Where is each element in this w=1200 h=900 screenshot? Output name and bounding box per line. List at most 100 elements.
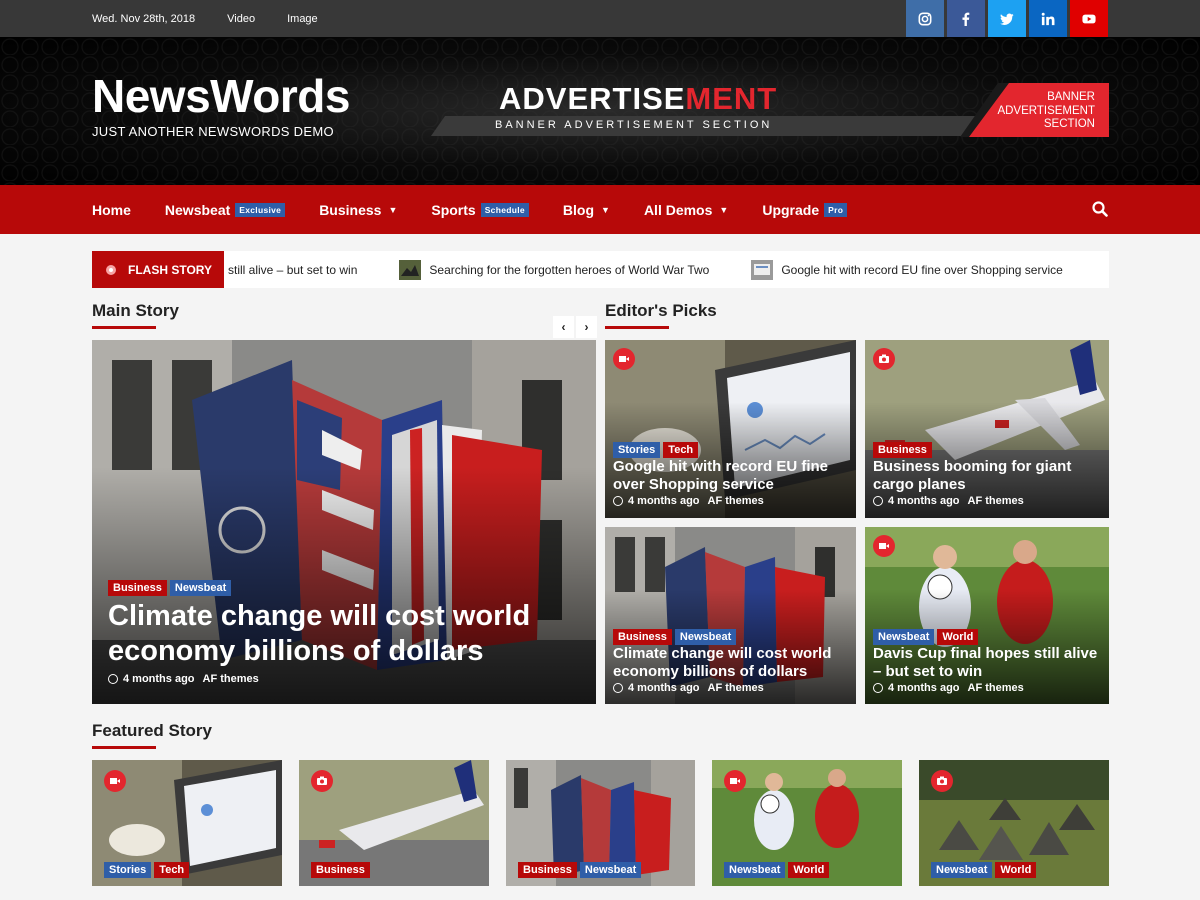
- tag-tech[interactable]: Tech: [663, 442, 699, 458]
- tag-business[interactable]: Business: [873, 442, 932, 458]
- camera-icon: [873, 348, 895, 370]
- main-story-card[interactable]: Business Newsbeat Climate change will co…: [92, 340, 596, 704]
- search-icon[interactable]: [1092, 201, 1108, 217]
- pick-title[interactable]: Davis Cup final hopes still alive – but …: [873, 645, 1103, 681]
- chevron-right-icon[interactable]: ›: [576, 316, 597, 338]
- featured-card[interactable]: Business Newsbeat: [506, 760, 695, 886]
- instagram-icon[interactable]: [906, 0, 944, 37]
- tag-world[interactable]: World: [995, 862, 1037, 878]
- ad-subtitle: BANNER ADVERTISEMENT SECTION: [495, 119, 773, 131]
- tag-business[interactable]: Business: [613, 629, 672, 645]
- tag-stories[interactable]: Stories: [104, 862, 152, 878]
- pick-tags: Newsbeat World: [873, 629, 981, 645]
- nav-item-home[interactable]: Home: [92, 202, 131, 218]
- main-navigation: Home Newsbeat Exclusive Business ▼ Sports S…: [0, 185, 1200, 234]
- clock-icon: [613, 683, 623, 693]
- featured-card[interactable]: Stories Tech: [92, 760, 282, 886]
- tag-newsbeat[interactable]: Newsbeat: [931, 862, 993, 878]
- youtube-icon[interactable]: [1070, 0, 1108, 37]
- live-dot-icon: [106, 264, 116, 275]
- main-story-meta: 4 months ago AF themes: [108, 673, 259, 685]
- section-title-editors-picks: Editor's Picks: [605, 301, 717, 320]
- featured-card[interactable]: Newsbeat World: [712, 760, 902, 886]
- editors-pick-card[interactable]: Business Newsbeat Climate change will co…: [605, 527, 856, 704]
- featured-card[interactable]: Business: [299, 760, 489, 886]
- section-title-featured-story: Featured Story: [92, 721, 212, 740]
- editors-pick-card[interactable]: Stories Tech Google hit with record EU f…: [605, 340, 856, 518]
- nav-item-upgrade[interactable]: Upgrade Pro: [762, 202, 848, 218]
- main-story-tags: Business Newsbeat: [108, 580, 234, 596]
- pick-title[interactable]: Google hit with record EU fine over Shop…: [613, 458, 848, 494]
- site-header: NewsWords JUST ANOTHER NEWSWORDS DEMO AD…: [0, 37, 1200, 185]
- video-icon: [724, 770, 746, 792]
- tag-world[interactable]: World: [788, 862, 830, 878]
- post-author[interactable]: AF themes: [968, 682, 1024, 694]
- current-date: Wed. Nov 28th, 2018: [92, 12, 196, 25]
- flash-ticker: still alive – but set to win Searching f…: [228, 251, 1105, 288]
- site-logo[interactable]: NewsWords: [92, 73, 350, 119]
- post-author[interactable]: AF themes: [968, 495, 1024, 507]
- facebook-icon[interactable]: [947, 0, 985, 37]
- main-story-title[interactable]: Climate change will cost world economy b…: [108, 599, 578, 669]
- post-author[interactable]: AF themes: [203, 673, 259, 685]
- tag-tech[interactable]: Tech: [154, 862, 190, 878]
- chevron-left-icon[interactable]: ‹: [553, 316, 574, 338]
- slider-arrows: ‹ ›: [551, 316, 597, 338]
- nav-item-newsbeat[interactable]: Newsbeat Exclusive: [165, 202, 286, 218]
- pick-title[interactable]: Business booming for giant cargo planes: [873, 458, 1103, 494]
- featured-tags: Newsbeat World: [931, 862, 1039, 878]
- post-time: 4 months ago: [888, 495, 960, 507]
- featured-tags: Business: [311, 862, 373, 878]
- site-tagline: JUST ANOTHER NEWSWORDS DEMO: [92, 124, 334, 139]
- clock-icon: [873, 683, 883, 693]
- ticker-thumbnail: [399, 259, 422, 280]
- ad-title: ADVERTISEMENT: [499, 81, 778, 116]
- video-icon: [873, 535, 895, 557]
- social-links: [903, 0, 1108, 37]
- editors-pick-card[interactable]: Business Business booming for giant carg…: [865, 340, 1109, 518]
- tag-newsbeat[interactable]: Newsbeat: [873, 629, 935, 645]
- tag-newsbeat[interactable]: Newsbeat: [169, 580, 232, 596]
- pick-meta: 4 months ago AF themes: [873, 682, 1024, 694]
- featured-tags: Newsbeat World: [724, 862, 832, 878]
- twitter-icon[interactable]: [988, 0, 1026, 37]
- editors-pick-card[interactable]: Newsbeat World Davis Cup final hopes sti…: [865, 527, 1109, 704]
- pick-tags: Business: [873, 442, 935, 458]
- post-time: 4 months ago: [888, 682, 960, 694]
- nav-badge-schedule: Schedule: [480, 202, 529, 217]
- top-link-image[interactable]: Image: [287, 13, 318, 25]
- pick-meta: 4 months ago AF themes: [613, 495, 764, 507]
- featured-card[interactable]: Newsbeat World: [919, 760, 1109, 886]
- chevron-down-icon: ▼: [388, 204, 398, 215]
- post-author[interactable]: AF themes: [708, 682, 764, 694]
- nav-item-sports[interactable]: Sports Schedule: [431, 202, 529, 218]
- ticker-thumbnail: [751, 259, 774, 280]
- tag-business[interactable]: Business: [518, 862, 577, 878]
- ticker-item[interactable]: Searching for the forgotten heroes of Wo…: [399, 259, 709, 280]
- tag-world[interactable]: World: [937, 629, 979, 645]
- top-link-video[interactable]: Video: [227, 13, 255, 25]
- linkedin-icon[interactable]: [1029, 0, 1067, 37]
- tag-newsbeat[interactable]: Newsbeat: [579, 862, 642, 878]
- pick-meta: 4 months ago AF themes: [873, 495, 1024, 507]
- banner-advertisement[interactable]: ADVERTISEMENT BANNER ADVERTISEMENT SECTI…: [431, 83, 1109, 137]
- post-time: 4 months ago: [628, 495, 700, 507]
- nav-badge-pro: Pro: [824, 202, 848, 217]
- post-author[interactable]: AF themes: [708, 495, 764, 507]
- nav-item-business[interactable]: Business ▼: [319, 202, 397, 218]
- section-underline: [605, 326, 669, 329]
- clock-icon: [108, 674, 118, 684]
- nav-item-all-demos[interactable]: All Demos ▼: [644, 202, 728, 218]
- ticker-item[interactable]: Google hit with record EU fine over Shop…: [751, 259, 1063, 280]
- tag-business[interactable]: Business: [108, 580, 167, 596]
- nav-item-blog[interactable]: Blog ▼: [563, 202, 610, 218]
- tag-newsbeat[interactable]: Newsbeat: [724, 862, 786, 878]
- tag-newsbeat[interactable]: Newsbeat: [674, 629, 737, 645]
- pick-title[interactable]: Climate change will cost world economy b…: [613, 645, 853, 681]
- ad-box-text: BANNER ADVERTISEMENT SECTION: [997, 91, 1095, 130]
- ticker-item[interactable]: still alive – but set to win: [228, 263, 357, 277]
- pick-meta: 4 months ago AF themes: [613, 682, 764, 694]
- tag-business[interactable]: Business: [311, 862, 370, 878]
- featured-tags: Stories Tech: [104, 862, 192, 878]
- tag-stories[interactable]: Stories: [613, 442, 661, 458]
